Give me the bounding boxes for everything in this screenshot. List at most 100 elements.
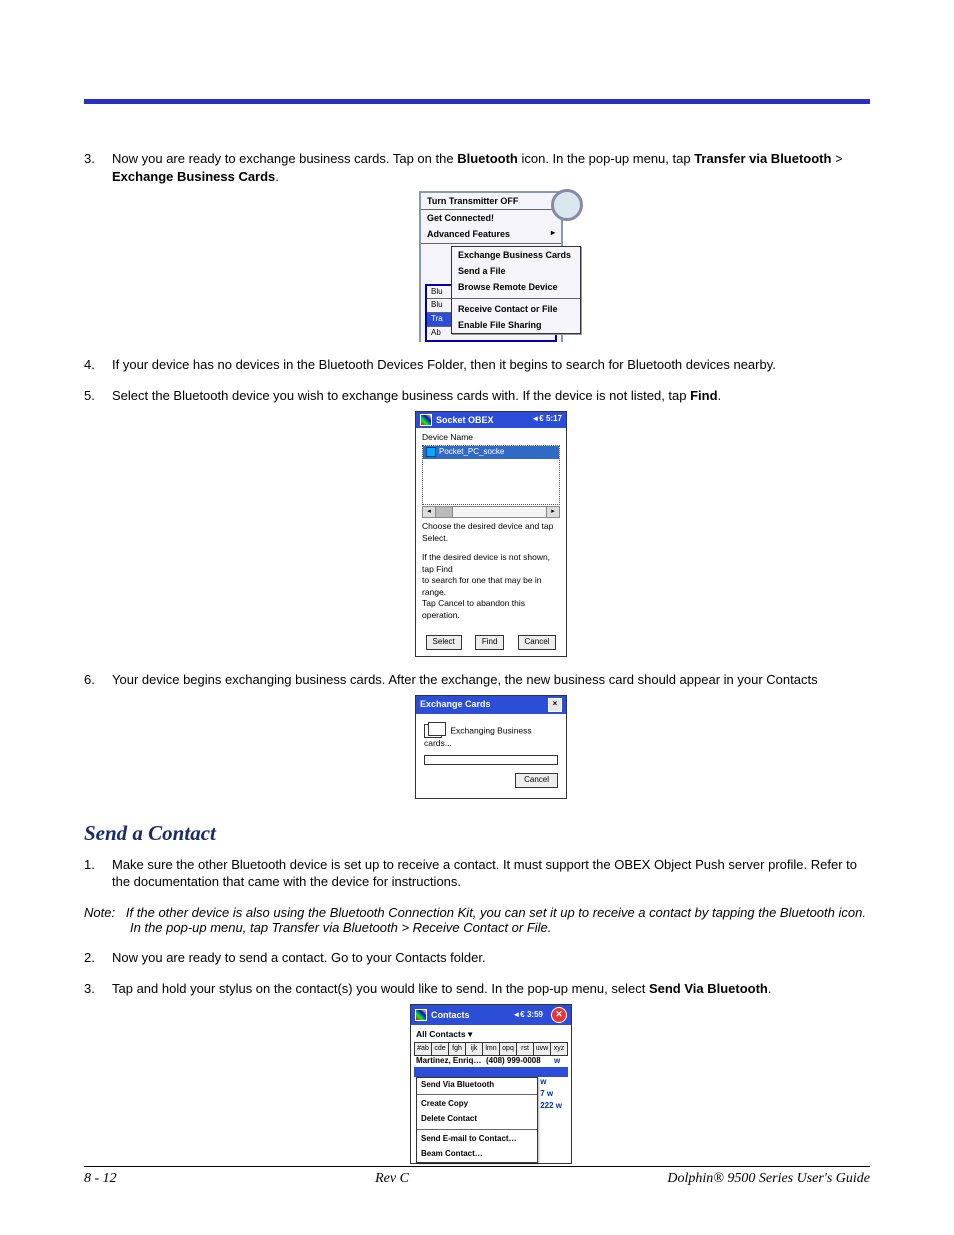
section-title: Send a Contact	[84, 821, 870, 846]
menu-item[interactable]: Send E-mail to Contact…	[417, 1132, 537, 1147]
cards-icon	[424, 724, 442, 738]
menu-item[interactable]: Advanced Features ▸	[421, 226, 561, 243]
footer-center: Rev C	[375, 1171, 409, 1187]
alpha-tab[interactable]: uvw	[533, 1042, 550, 1055]
note-label: Note:	[84, 905, 115, 920]
alpha-tab[interactable]: xyz	[550, 1042, 568, 1055]
submenu-arrow-icon: ▸	[551, 228, 555, 239]
hint-text: Tap Cancel to abandon this operation.	[422, 598, 560, 621]
t: Select the Bluetooth device you wish to …	[112, 388, 690, 403]
scroll-left-icon[interactable]: ◂	[423, 507, 436, 517]
step-text: Make sure the other Bluetooth device is …	[112, 857, 857, 890]
b: Exchange Business Cards	[112, 169, 275, 184]
step-b3: 3. Tap and hold your stylus on the conta…	[84, 980, 870, 1163]
v: 222 w	[540, 1101, 562, 1113]
right-col: w 7 w 222 w	[540, 1077, 562, 1113]
step-num: 3.	[84, 150, 106, 168]
alpha-tab[interactable]: cde	[431, 1042, 448, 1055]
windows-icon	[420, 414, 432, 426]
b: Bluetooth	[457, 151, 518, 166]
device-icon	[426, 447, 436, 457]
menu-item[interactable]: Get Connected!	[421, 210, 561, 226]
device-name: Pocket_PC_socke	[439, 448, 504, 457]
device-row[interactable]: Pocket_PC_socke	[423, 446, 559, 459]
menu-item[interactable]: Turn Transmitter OFF	[421, 193, 561, 210]
step-text: If your device has no devices in the Blu…	[112, 357, 776, 372]
b: Transfer via Bluetooth	[694, 151, 831, 166]
footer-left: 8 - 12	[84, 1171, 117, 1187]
menu-item[interactable]: Receive Contact or File	[452, 301, 580, 317]
close-icon[interactable]: ✕	[551, 1007, 567, 1023]
header-rule	[84, 99, 870, 104]
find-button[interactable]: Find	[475, 635, 505, 650]
v: w	[540, 1077, 562, 1089]
progress-bar	[424, 755, 558, 765]
step-text: Tap and hold your stylus on the contact(…	[112, 981, 772, 996]
step-text: Your device begins exchanging business c…	[112, 672, 818, 687]
alpha-tab[interactable]: lmn	[482, 1042, 499, 1055]
menu-item[interactable]: Exchange Business Cards	[452, 247, 580, 263]
menu-item[interactable]: Create Copy	[417, 1097, 537, 1112]
alpha-tab[interactable]: opq	[499, 1042, 516, 1055]
figure-popup-menu: Turn Transmitter OFF Get Connected! Adva…	[419, 191, 563, 342]
l: Advanced Features	[427, 229, 510, 239]
contacts-filter[interactable]: All Contacts ▾	[414, 1027, 568, 1042]
bluetooth-icon	[551, 189, 583, 221]
contact-tag: w	[554, 1056, 566, 1067]
contact-row-selected[interactable]	[414, 1067, 568, 1077]
field-label: Device Name	[422, 432, 560, 443]
clock: ◄€ 3:59	[512, 1010, 543, 1021]
clock: ◄€ 5:17	[531, 414, 562, 425]
step-num: 4.	[84, 356, 106, 374]
scrollbar[interactable]: ◂ ▸	[422, 506, 560, 518]
menu-item[interactable]: Delete Contact	[417, 1112, 537, 1127]
page-footer: 8 - 12 Rev C Dolphin® 9500 Series User's…	[84, 1166, 870, 1187]
step-3: 3. Now you are ready to exchange busines…	[84, 150, 870, 342]
b: Send Via Bluetooth	[649, 981, 768, 996]
scroll-right-icon[interactable]: ▸	[546, 507, 559, 517]
figure-socket-obex: Socket OBEX ◄€ 5:17 Device Name Pocket_P…	[415, 411, 567, 657]
t: .	[275, 169, 279, 184]
menu-item[interactable]: Send Via Bluetooth	[417, 1078, 537, 1093]
device-list[interactable]: Pocket_PC_socke	[422, 445, 560, 505]
step-num: 2.	[84, 949, 106, 967]
step-text: Now you are ready to send a contact. Go …	[112, 950, 486, 965]
step-6: 6. Your device begins exchanging busines…	[84, 671, 870, 799]
alpha-tab[interactable]: fgh	[448, 1042, 465, 1055]
menu-item[interactable]: Browse Remote Device	[452, 279, 580, 295]
contact-phone: (408) 999-0008	[486, 1056, 554, 1067]
alpha-tab[interactable]: #ab	[414, 1042, 431, 1055]
step-num: 1.	[84, 856, 106, 874]
menu-item[interactable]: Send a File	[452, 263, 580, 279]
cancel-button[interactable]: Cancel	[518, 635, 557, 650]
main-content: 3. Now you are ready to exchange busines…	[84, 150, 870, 1178]
windows-icon	[415, 1009, 427, 1021]
contact-row[interactable]: Martinez, Enriq… (408) 999-0008 w	[414, 1056, 568, 1067]
t: .	[768, 981, 772, 996]
step-list-b2: 2. Now you are ready to send a contact. …	[84, 949, 870, 1164]
footer-right: Dolphin® 9500 Series User's Guide	[667, 1171, 870, 1187]
scroll-thumb[interactable]	[436, 507, 453, 517]
alpha-tabs: #ab cde fgh ijk lmn opq rst uvw xyz	[414, 1042, 568, 1055]
t: icon. In the pop-up menu, tap	[518, 151, 694, 166]
figure-contacts: Contacts ◄€ 3:59 ✕ All Contacts ▾ #ab cd…	[410, 1004, 572, 1164]
note: Note: If the other device is also using …	[84, 905, 870, 935]
titlebar: Contacts ◄€ 3:59 ✕	[411, 1005, 571, 1025]
hint-text: to search for one that may be in range.	[422, 575, 560, 598]
select-button[interactable]: Select	[426, 635, 462, 650]
step-list-b: 1. Make sure the other Bluetooth device …	[84, 856, 870, 891]
step-5: 5. Select the Bluetooth device you wish …	[84, 387, 870, 657]
titlebar: Exchange Cards ×	[416, 696, 566, 714]
menu-item[interactable]: Enable File Sharing	[452, 317, 580, 333]
t: Now you are ready to exchange business c…	[112, 151, 457, 166]
menu-item[interactable]: Beam Contact…	[417, 1147, 537, 1162]
step-num: 5.	[84, 387, 106, 405]
cancel-button[interactable]: Cancel	[515, 773, 558, 788]
alpha-tab[interactable]: ijk	[465, 1042, 482, 1055]
alpha-tab[interactable]: rst	[516, 1042, 533, 1055]
titlebar: Socket OBEX ◄€ 5:17	[416, 412, 566, 428]
contact-name: Martinez, Enriq…	[416, 1056, 486, 1067]
t: >	[831, 151, 842, 166]
close-icon[interactable]: ×	[548, 698, 562, 712]
hint-text: Choose the desired device and tap Select…	[422, 521, 560, 544]
